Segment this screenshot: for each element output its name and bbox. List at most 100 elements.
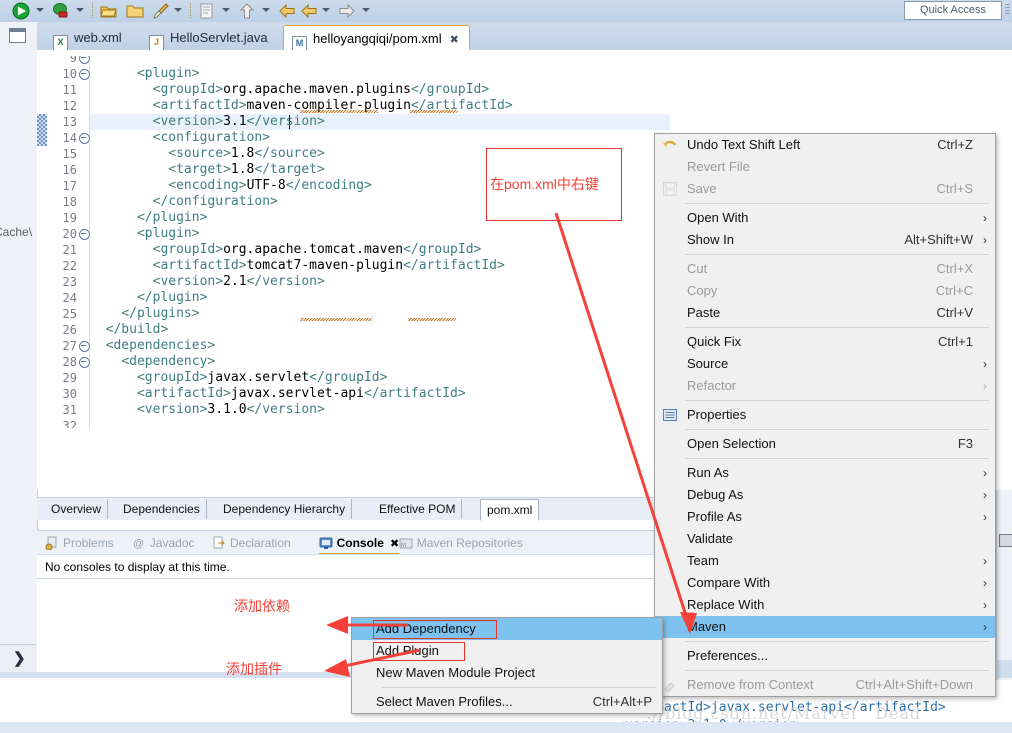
- brush-dropdown-caret[interactable]: [174, 8, 182, 12]
- forward-left-arrow-icon[interactable]: [300, 2, 318, 20]
- xml-file-icon: X: [53, 35, 68, 51]
- menu-item-add-dependency[interactable]: Add Dependency: [352, 618, 662, 640]
- menu-item-add-plugin[interactable]: Add Plugin: [352, 640, 662, 662]
- pom-tab-pom-xml[interactable]: pom.xml: [480, 499, 540, 521]
- menu-item-label: Compare With: [687, 575, 771, 590]
- menu-item-shortcut: Ctrl+X: [936, 261, 973, 276]
- menu-item-show-in[interactable]: Show In Alt+Shift+W ›: [655, 229, 995, 251]
- run-dropdown-caret[interactable]: [36, 8, 44, 12]
- editor-tab-helloservlet-java[interactable]: J HelloServlet.java: [141, 25, 278, 51]
- code-line: </plugin>: [136, 290, 208, 305]
- quick-access-input[interactable]: Quick Access: [904, 1, 1002, 20]
- remove-context-icon: [662, 677, 678, 693]
- menu-separator: [685, 327, 989, 328]
- menu-item-preferences[interactable]: Preferences...: [655, 645, 995, 667]
- menu-item-copy: Copy Ctrl+C: [655, 280, 995, 302]
- menu-item-label: Copy: [687, 283, 718, 298]
- submenu-arrow-icon: ›: [983, 554, 987, 568]
- up-arrow-icon[interactable]: [238, 2, 256, 20]
- pom-tab-effective-pom[interactable]: Effective POM: [373, 499, 463, 519]
- menu-item-label: Maven: [687, 619, 727, 634]
- watermark-text: ://blog.csdn.net/Marvel__Dead: [646, 704, 922, 723]
- menu-item-profile-as[interactable]: Profile As ›: [655, 506, 995, 528]
- close-icon[interactable]: ✖: [390, 538, 399, 550]
- code-line: <plugin>: [136, 226, 200, 241]
- view-tab-javadoc[interactable]: @ Javadoc: [132, 534, 195, 553]
- pom-tab-dependencies[interactable]: Dependencies: [117, 499, 207, 519]
- line-number: 25: [62, 307, 77, 321]
- forward-dropdown-caret[interactable]: [322, 8, 330, 12]
- edit-icon[interactable]: [198, 2, 216, 20]
- view-tab-maven-repositories[interactable]: M Maven Repositories: [399, 534, 523, 553]
- menu-item-select-maven-profiles[interactable]: Select Maven Profiles... Ctrl+Alt+P: [352, 691, 662, 713]
- menu-item-open-with[interactable]: Open With ›: [655, 207, 995, 229]
- menu-item-replace-with[interactable]: Replace With ›: [655, 594, 995, 616]
- fold-toggle-icon[interactable]: [79, 357, 90, 368]
- menu-item-label: Source: [687, 356, 729, 371]
- brush-icon[interactable]: [152, 2, 170, 20]
- menu-item-undo-text-shift-left[interactable]: Undo Text Shift Left Ctrl+Z: [655, 134, 995, 156]
- expand-panel-button[interactable]: ❯: [0, 644, 36, 673]
- menu-item-maven[interactable]: Maven ›: [655, 616, 995, 638]
- server-view-icon[interactable]: [999, 534, 1012, 547]
- debug-dropdown-caret[interactable]: [76, 8, 84, 12]
- menu-separator: [382, 687, 656, 688]
- menu-item-paste[interactable]: Paste Ctrl+V: [655, 302, 995, 324]
- maven-submenu[interactable]: Add Dependency Add Plugin New Maven Module…: [351, 617, 663, 714]
- fold-toggle-icon[interactable]: [79, 69, 90, 80]
- line-number: 12: [62, 99, 77, 113]
- code-line: </plugin>: [136, 210, 208, 225]
- line-number: 32: [62, 419, 77, 433]
- menu-item-properties[interactable]: Properties: [655, 404, 995, 426]
- menu-item-open-selection[interactable]: Open Selection F3: [655, 433, 995, 455]
- line-number: 28: [62, 355, 77, 369]
- line-number: 18: [62, 195, 77, 209]
- editor-context-menu[interactable]: Undo Text Shift Left Ctrl+Z Revert File Sav…: [654, 133, 996, 697]
- up-dropdown-caret[interactable]: [262, 8, 270, 12]
- debug-icon[interactable]: [52, 2, 70, 20]
- view-tab-label: Problems: [63, 536, 114, 550]
- spell-squiggle: [408, 318, 456, 321]
- back-arrow-icon[interactable]: [278, 2, 296, 20]
- spell-squiggle: [300, 318, 372, 321]
- right-arrow-icon[interactable]: [338, 2, 356, 20]
- menu-item-new-maven-module-project[interactable]: New Maven Module Project: [352, 662, 662, 684]
- code-line: <groupId>org.apache.maven.plugins</group…: [152, 82, 490, 97]
- line-number: 9: [69, 51, 77, 65]
- pom-tab-dependency-hierarchy[interactable]: Dependency Hierarchy: [217, 499, 353, 519]
- line-number: 19: [62, 211, 77, 225]
- pom-tab-overview[interactable]: Overview: [45, 499, 109, 519]
- fold-toggle-icon[interactable]: [79, 56, 90, 64]
- fold-toggle-icon[interactable]: [79, 133, 90, 144]
- editor-tab-pom-xml[interactable]: Mhelloyangqiqi/pom.xml ✖: [283, 25, 470, 52]
- run-icon[interactable]: [12, 2, 30, 20]
- view-tab-declaration[interactable]: Declaration: [212, 534, 291, 553]
- view-tab-problems[interactable]: Problems: [45, 534, 114, 553]
- view-tab-console[interactable]: Console ✖: [318, 534, 400, 555]
- restore-view-icon[interactable]: [9, 28, 26, 43]
- menu-item-run-as[interactable]: Run As ›: [655, 462, 995, 484]
- editor-tab-label: web.xml: [74, 30, 122, 45]
- menu-item-team[interactable]: Team ›: [655, 550, 995, 572]
- menu-item-compare-with[interactable]: Compare With ›: [655, 572, 995, 594]
- right-dropdown-caret[interactable]: [362, 8, 370, 12]
- editor-tab-label: HelloServlet.java: [170, 30, 268, 45]
- submenu-arrow-icon: ›: [983, 379, 987, 393]
- menu-item-quick-fix[interactable]: Quick Fix Ctrl+1: [655, 331, 995, 353]
- fold-toggle-icon[interactable]: [79, 341, 90, 352]
- code-line: </dependency>: [121, 418, 224, 433]
- fold-toggle-icon[interactable]: [79, 229, 90, 240]
- annotation-highlight-box: [373, 642, 465, 661]
- open-folder-icon[interactable]: [100, 2, 118, 20]
- edit-dropdown-caret[interactable]: [222, 8, 230, 12]
- folder-icon[interactable]: [126, 2, 144, 20]
- menu-item-source[interactable]: Source ›: [655, 353, 995, 375]
- problems-icon: [45, 536, 59, 551]
- view-tab-label: Declaration: [230, 536, 291, 550]
- menu-item-validate[interactable]: Validate: [655, 528, 995, 550]
- java-file-icon: J: [149, 35, 164, 51]
- menu-item-debug-as[interactable]: Debug As ›: [655, 484, 995, 506]
- submenu-arrow-icon: ›: [983, 233, 987, 247]
- console-icon: [319, 536, 333, 550]
- editor-tab-web-xml[interactable]: Xweb.xml: [45, 25, 132, 51]
